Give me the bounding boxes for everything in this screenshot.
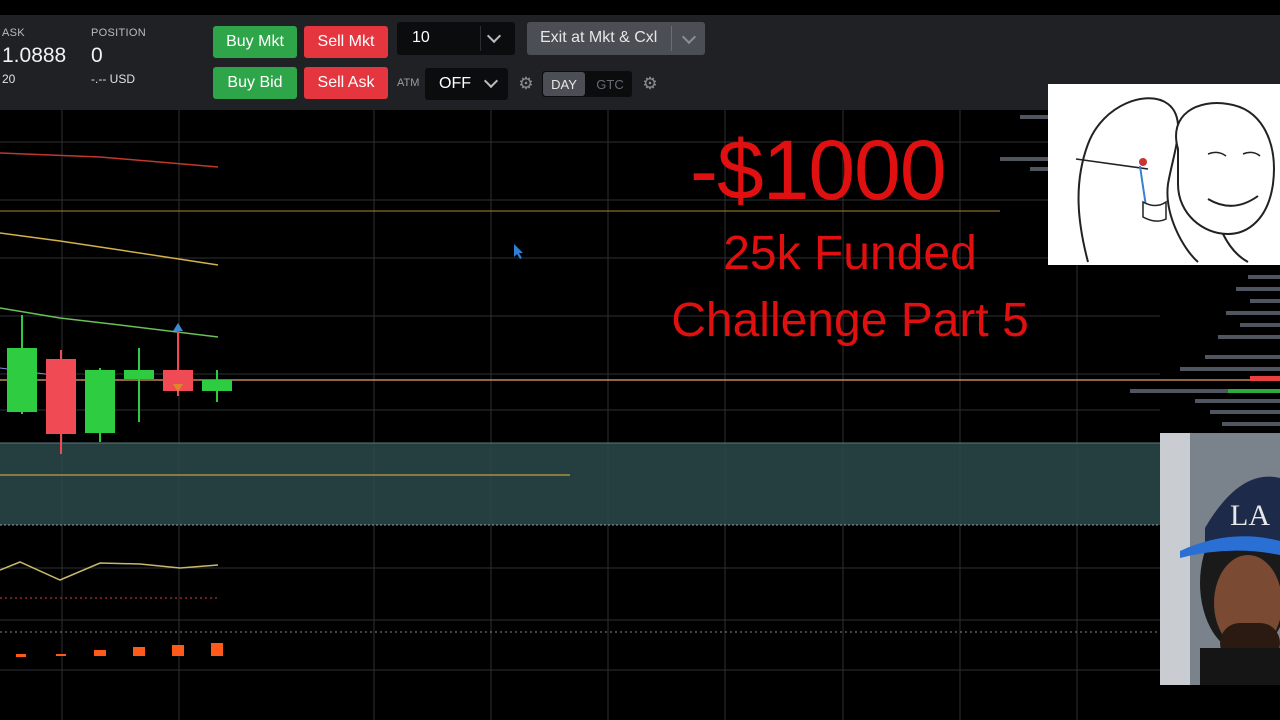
time-in-force-toggle[interactable]: DAY GTC (542, 71, 632, 97)
histogram-bar (56, 654, 66, 656)
moving-average-yellow (0, 232, 219, 266)
profile-buy-bar (1228, 389, 1280, 393)
atm-value: OFF (439, 75, 471, 92)
histogram-bar (94, 650, 106, 656)
candle (85, 370, 115, 433)
quantity-value: 10 (412, 29, 430, 46)
quantity-divider (480, 26, 481, 51)
histogram-bar (133, 647, 145, 656)
atm-select[interactable]: OFF (425, 68, 508, 100)
histogram-bar (16, 654, 26, 657)
exit-at-mkt-button[interactable]: Exit at Mkt & Cxl (527, 22, 705, 55)
indicator-line (0, 561, 219, 581)
profile-sell-bar (1250, 376, 1280, 381)
svg-text:LA: LA (1230, 499, 1270, 532)
top-strip (0, 0, 1280, 15)
cursor-icon (514, 244, 523, 259)
chevron-down-icon[interactable] (483, 73, 499, 89)
streamer-webcam: LA (1160, 433, 1280, 685)
position-label: POSITION (91, 27, 146, 39)
tif-gtc-option[interactable]: GTC (589, 72, 631, 96)
buy-marker (173, 323, 183, 331)
position-value: 0 (91, 44, 103, 67)
moving-average-green (0, 307, 219, 338)
chevron-down-icon[interactable] (486, 28, 502, 44)
sell-mkt-button[interactable]: Sell Mkt (304, 26, 388, 58)
candle (46, 359, 76, 434)
histogram-bars (16, 643, 223, 657)
chart-grid (0, 110, 1160, 720)
challenge-subtitle-line1: 25k Funded (723, 227, 977, 280)
ask-value: 1.0888 (2, 44, 67, 67)
candle (202, 380, 232, 391)
position-pnl: -.-- USD (91, 72, 135, 86)
challenge-subtitle-line2: Challenge Part 5 (671, 294, 1029, 347)
exit-divider (671, 26, 672, 51)
chevron-down-icon[interactable] (681, 29, 697, 45)
candlesticks (7, 315, 232, 454)
gear-icon[interactable]: ⚙ (641, 75, 659, 93)
highlight-band (0, 443, 1160, 525)
ask-size: 20 (2, 72, 16, 86)
moving-average-red (0, 152, 219, 168)
candle (7, 348, 37, 412)
histogram-bar (172, 645, 184, 656)
buy-bid-button[interactable]: Buy Bid (213, 67, 297, 99)
ask-label: ASK (2, 27, 25, 39)
mask-meme-image (1048, 84, 1280, 265)
histogram-bar (211, 643, 223, 656)
buy-mkt-button[interactable]: Buy Mkt (213, 26, 297, 58)
tif-day-option[interactable]: DAY (543, 72, 585, 96)
loss-amount-title: -$1000 (690, 123, 947, 217)
sell-ask-button[interactable]: Sell Ask (304, 67, 388, 99)
candle (124, 370, 154, 379)
atm-label: ATM (397, 77, 420, 89)
gear-icon[interactable]: ⚙ (517, 75, 535, 93)
quantity-select[interactable]: 10 (397, 22, 515, 55)
exit-at-mkt-label: Exit at Mkt & Cxl (540, 29, 658, 46)
